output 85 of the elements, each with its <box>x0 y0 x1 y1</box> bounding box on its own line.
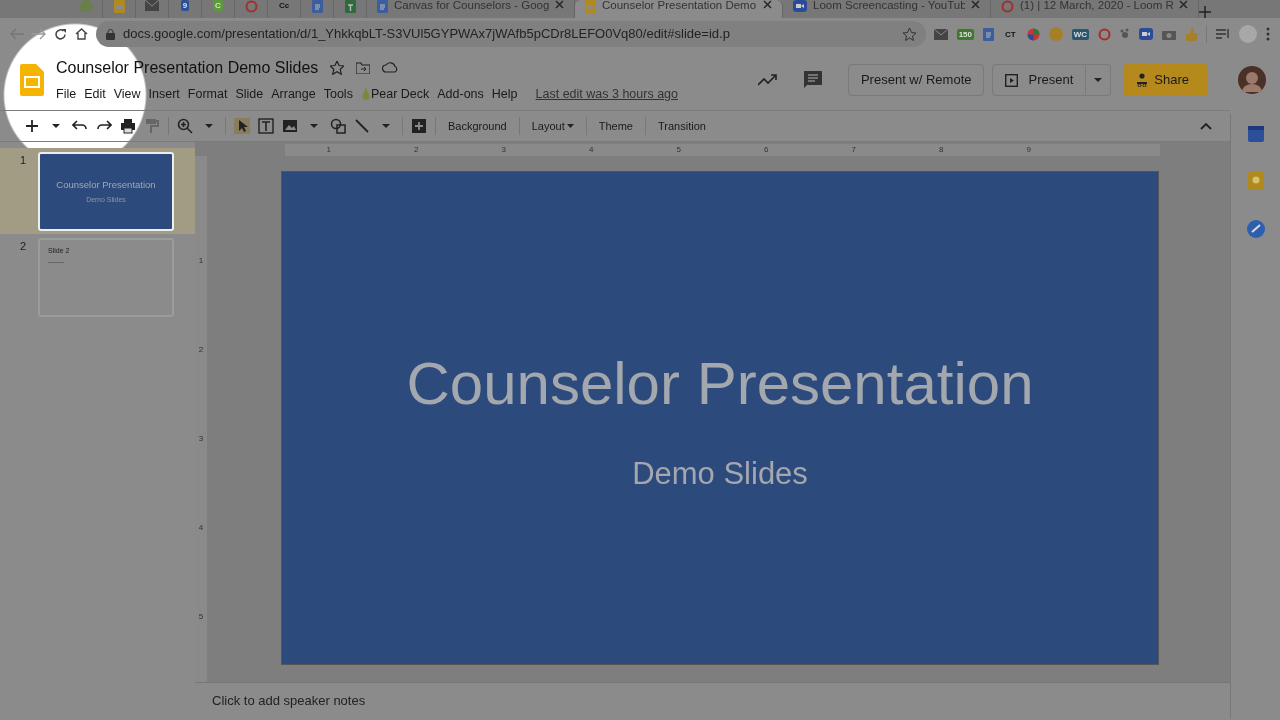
menu-item[interactable]: Format <box>183 83 232 105</box>
cloud-icon <box>382 62 399 74</box>
extension-badge[interactable]: WC <box>1071 28 1089 40</box>
extension-badge[interactable]: 9 <box>180 0 190 11</box>
horizontal-ruler: 1 2 3 4 5 6 7 8 9 <box>285 144 1160 156</box>
browser-tab[interactable]: Canvas for Counselors - Goog <box>367 0 575 18</box>
document-icon[interactable] <box>377 0 388 13</box>
star-icon[interactable] <box>902 27 916 41</box>
menu-item[interactable]: Add-ons <box>433 83 488 105</box>
present-button[interactable]: Present <box>992 64 1087 96</box>
present-remote-button[interactable]: Present w/ Remote <box>847 64 985 96</box>
menu-item[interactable]: Arrange <box>267 83 320 105</box>
mail-icon[interactable] <box>933 28 948 40</box>
slide-number: 2 <box>20 239 28 254</box>
close-icon[interactable] <box>555 0 564 9</box>
menu-item[interactable]: Tools <box>319 83 357 105</box>
star-icon[interactable] <box>330 60 345 75</box>
slide-number: 1 <box>20 153 28 168</box>
toolbar-button[interactable]: Background <box>444 115 511 137</box>
add-comment-icon[interactable] <box>411 118 427 134</box>
new-tab-icon[interactable] <box>1199 6 1211 18</box>
ring-icon[interactable] <box>1098 27 1111 41</box>
move-folder-icon[interactable] <box>356 61 371 74</box>
tasks-icon[interactable] <box>1246 220 1265 238</box>
trend-icon[interactable] <box>757 74 778 86</box>
thumbs-up-icon[interactable] <box>1185 27 1197 41</box>
more-icon[interactable] <box>1266 27 1270 41</box>
color-wheel-icon[interactable] <box>1026 27 1040 41</box>
video-camera-icon[interactable] <box>1139 28 1153 40</box>
paw-icon[interactable] <box>1120 28 1130 40</box>
reload-icon[interactable] <box>54 27 67 41</box>
account-avatar-icon[interactable] <box>1238 66 1266 94</box>
play-icon <box>1005 73 1019 87</box>
text-box-icon[interactable] <box>258 118 274 134</box>
caret-icon <box>1094 78 1103 82</box>
toolbar-button[interactable]: Layout <box>527 115 578 137</box>
browser-tab[interactable]: Counselor Presentation Demo <box>575 0 783 18</box>
print-icon[interactable] <box>120 118 136 134</box>
slide-canvas[interactable]: Counselor Presentation Demo Slides <box>281 171 1159 665</box>
shape-icon[interactable] <box>330 118 346 134</box>
camera-icon[interactable] <box>1162 28 1176 40</box>
playlist-icon[interactable] <box>1216 28 1230 40</box>
zoom-icon[interactable] <box>177 118 193 134</box>
extension-label[interactable]: CT <box>1003 28 1018 40</box>
menu-item[interactable]: Slide <box>231 83 268 105</box>
menu-item[interactable]: View <box>109 83 145 105</box>
close-icon[interactable] <box>971 0 980 9</box>
document-icon[interactable] <box>311 0 323 13</box>
extension-badge[interactable]: 150 <box>956 28 974 40</box>
extension-label[interactable]: Cc <box>276 0 292 11</box>
menu-item[interactable]: Help <box>487 83 522 105</box>
menu-item[interactable]: Pear Deck <box>356 83 434 105</box>
toolbar-button[interactable]: Theme <box>594 115 637 137</box>
share-button[interactable]: Share <box>1123 64 1208 96</box>
line-icon[interactable] <box>354 118 370 134</box>
forward-icon[interactable] <box>32 28 46 40</box>
browser-tab[interactable]: (1) | 12 March, 2020 - Loom R <box>991 0 1199 18</box>
close-icon[interactable] <box>1179 0 1188 9</box>
menu-item[interactable]: Edit <box>80 83 110 105</box>
slide-title[interactable]: Counselor Presentation <box>406 338 1034 429</box>
document-icon[interactable] <box>983 27 994 41</box>
select-icon[interactable] <box>234 118 250 134</box>
slide-subtitle[interactable]: Demo Slides <box>632 450 808 498</box>
add-icon[interactable] <box>24 118 40 134</box>
toolbar-button[interactable]: Transition <box>654 115 710 137</box>
video-camera-icon[interactable] <box>793 0 807 12</box>
mail-icon[interactable] <box>145 0 159 11</box>
vertical-ruler: 1 2 3 4 5 <box>195 156 207 682</box>
calendar-icon[interactable] <box>1247 126 1264 142</box>
menu-item[interactable]: Insert <box>144 83 184 105</box>
url-text: docs.google.com/presentation/d/1_YhkkqbLT-S3VUl5GYPWAx7jWAfb5pCDr8LEFO0Vq80/edit#slide=id.p <box>123 25 731 44</box>
last-edit-link[interactable]: Last edit was 3 hours ago <box>535 84 678 104</box>
lock-icon <box>106 28 115 40</box>
present-options-button[interactable] <box>1086 64 1112 96</box>
thumbnail-title: Counselor Presentation <box>56 177 156 192</box>
extension-badge[interactable]: C <box>213 0 223 11</box>
image-icon[interactable] <box>282 118 298 134</box>
menu-item[interactable]: File <box>52 83 81 105</box>
home-icon[interactable] <box>75 28 88 40</box>
spreadsheet-icon[interactable] <box>344 0 356 13</box>
comment-icon[interactable] <box>803 71 822 89</box>
close-icon[interactable] <box>763 0 772 9</box>
thumbnail-body-line <box>48 261 64 263</box>
pear-icon <box>360 87 371 101</box>
address-bar[interactable]: docs.google.com/presentation/d/1_YhkkqbLT-S3VUl5GYPWAx7jWAfb5pCDr8LEFO0Vq80/edit#slide=id.p <box>96 21 926 47</box>
